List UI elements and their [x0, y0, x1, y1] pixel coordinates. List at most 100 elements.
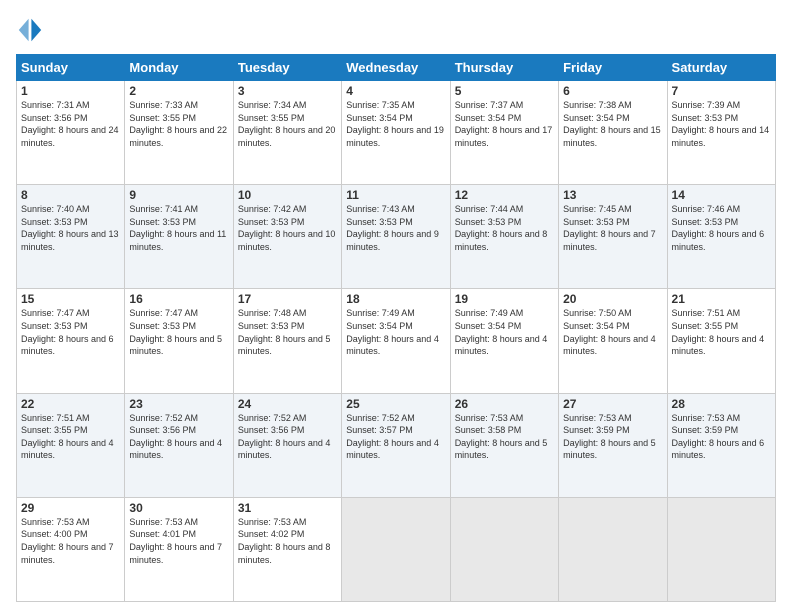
day-info: Sunrise: 7:39 AMSunset: 3:53 PMDaylight:…: [672, 99, 771, 149]
calendar-header-wednesday: Wednesday: [342, 55, 450, 81]
calendar-week-1: 1 Sunrise: 7:31 AMSunset: 3:56 PMDayligh…: [17, 81, 776, 185]
calendar-header-friday: Friday: [559, 55, 667, 81]
day-number: 19: [455, 292, 554, 306]
day-info: Sunrise: 7:40 AMSunset: 3:53 PMDaylight:…: [21, 203, 120, 253]
day-info: Sunrise: 7:45 AMSunset: 3:53 PMDaylight:…: [563, 203, 662, 253]
calendar-cell: [667, 497, 775, 601]
day-info: Sunrise: 7:53 AMSunset: 3:59 PMDaylight:…: [563, 412, 662, 462]
calendar-cell: 9 Sunrise: 7:41 AMSunset: 3:53 PMDayligh…: [125, 185, 233, 289]
day-number: 27: [563, 397, 662, 411]
day-number: 16: [129, 292, 228, 306]
day-info: Sunrise: 7:47 AMSunset: 3:53 PMDaylight:…: [129, 307, 228, 357]
day-number: 2: [129, 84, 228, 98]
day-info: Sunrise: 7:47 AMSunset: 3:53 PMDaylight:…: [21, 307, 120, 357]
day-number: 29: [21, 501, 120, 515]
calendar-cell: [559, 497, 667, 601]
calendar-cell: 2 Sunrise: 7:33 AMSunset: 3:55 PMDayligh…: [125, 81, 233, 185]
day-number: 30: [129, 501, 228, 515]
calendar-header-saturday: Saturday: [667, 55, 775, 81]
day-number: 12: [455, 188, 554, 202]
day-number: 28: [672, 397, 771, 411]
calendar-cell: 4 Sunrise: 7:35 AMSunset: 3:54 PMDayligh…: [342, 81, 450, 185]
day-info: Sunrise: 7:46 AMSunset: 3:53 PMDaylight:…: [672, 203, 771, 253]
day-info: Sunrise: 7:42 AMSunset: 3:53 PMDaylight:…: [238, 203, 337, 253]
calendar-cell: [342, 497, 450, 601]
calendar-cell: 14 Sunrise: 7:46 AMSunset: 3:53 PMDaylig…: [667, 185, 775, 289]
calendar-body: 1 Sunrise: 7:31 AMSunset: 3:56 PMDayligh…: [17, 81, 776, 602]
day-info: Sunrise: 7:48 AMSunset: 3:53 PMDaylight:…: [238, 307, 337, 357]
day-number: 17: [238, 292, 337, 306]
calendar-cell: 30 Sunrise: 7:53 AMSunset: 4:01 PMDaylig…: [125, 497, 233, 601]
page: SundayMondayTuesdayWednesdayThursdayFrid…: [0, 0, 792, 612]
calendar-header-row: SundayMondayTuesdayWednesdayThursdayFrid…: [17, 55, 776, 81]
calendar-cell: 13 Sunrise: 7:45 AMSunset: 3:53 PMDaylig…: [559, 185, 667, 289]
day-info: Sunrise: 7:53 AMSunset: 4:00 PMDaylight:…: [21, 516, 120, 566]
day-number: 11: [346, 188, 445, 202]
calendar-cell: 15 Sunrise: 7:47 AMSunset: 3:53 PMDaylig…: [17, 289, 125, 393]
day-info: Sunrise: 7:51 AMSunset: 3:55 PMDaylight:…: [672, 307, 771, 357]
day-number: 9: [129, 188, 228, 202]
day-info: Sunrise: 7:34 AMSunset: 3:55 PMDaylight:…: [238, 99, 337, 149]
calendar-cell: 1 Sunrise: 7:31 AMSunset: 3:56 PMDayligh…: [17, 81, 125, 185]
day-number: 26: [455, 397, 554, 411]
calendar-week-4: 22 Sunrise: 7:51 AMSunset: 3:55 PMDaylig…: [17, 393, 776, 497]
day-info: Sunrise: 7:52 AMSunset: 3:57 PMDaylight:…: [346, 412, 445, 462]
calendar-cell: 12 Sunrise: 7:44 AMSunset: 3:53 PMDaylig…: [450, 185, 558, 289]
day-info: Sunrise: 7:52 AMSunset: 3:56 PMDaylight:…: [238, 412, 337, 462]
day-info: Sunrise: 7:51 AMSunset: 3:55 PMDaylight:…: [21, 412, 120, 462]
calendar-cell: 25 Sunrise: 7:52 AMSunset: 3:57 PMDaylig…: [342, 393, 450, 497]
calendar-header-tuesday: Tuesday: [233, 55, 341, 81]
day-info: Sunrise: 7:52 AMSunset: 3:56 PMDaylight:…: [129, 412, 228, 462]
day-info: Sunrise: 7:53 AMSunset: 4:01 PMDaylight:…: [129, 516, 228, 566]
calendar: SundayMondayTuesdayWednesdayThursdayFrid…: [16, 54, 776, 602]
day-number: 14: [672, 188, 771, 202]
logo: [16, 16, 48, 44]
day-number: 13: [563, 188, 662, 202]
header: [16, 16, 776, 44]
day-number: 1: [21, 84, 120, 98]
calendar-cell: 17 Sunrise: 7:48 AMSunset: 3:53 PMDaylig…: [233, 289, 341, 393]
day-number: 21: [672, 292, 771, 306]
calendar-cell: 22 Sunrise: 7:51 AMSunset: 3:55 PMDaylig…: [17, 393, 125, 497]
calendar-cell: 6 Sunrise: 7:38 AMSunset: 3:54 PMDayligh…: [559, 81, 667, 185]
calendar-cell: [450, 497, 558, 601]
calendar-cell: 20 Sunrise: 7:50 AMSunset: 3:54 PMDaylig…: [559, 289, 667, 393]
day-info: Sunrise: 7:43 AMSunset: 3:53 PMDaylight:…: [346, 203, 445, 253]
calendar-cell: 10 Sunrise: 7:42 AMSunset: 3:53 PMDaylig…: [233, 185, 341, 289]
day-info: Sunrise: 7:33 AMSunset: 3:55 PMDaylight:…: [129, 99, 228, 149]
calendar-week-3: 15 Sunrise: 7:47 AMSunset: 3:53 PMDaylig…: [17, 289, 776, 393]
calendar-week-2: 8 Sunrise: 7:40 AMSunset: 3:53 PMDayligh…: [17, 185, 776, 289]
day-number: 5: [455, 84, 554, 98]
day-info: Sunrise: 7:50 AMSunset: 3:54 PMDaylight:…: [563, 307, 662, 357]
day-info: Sunrise: 7:35 AMSunset: 3:54 PMDaylight:…: [346, 99, 445, 149]
calendar-cell: 27 Sunrise: 7:53 AMSunset: 3:59 PMDaylig…: [559, 393, 667, 497]
logo-icon: [16, 16, 44, 44]
calendar-cell: 21 Sunrise: 7:51 AMSunset: 3:55 PMDaylig…: [667, 289, 775, 393]
day-info: Sunrise: 7:41 AMSunset: 3:53 PMDaylight:…: [129, 203, 228, 253]
day-number: 18: [346, 292, 445, 306]
calendar-header-monday: Monday: [125, 55, 233, 81]
day-info: Sunrise: 7:31 AMSunset: 3:56 PMDaylight:…: [21, 99, 120, 149]
calendar-cell: 19 Sunrise: 7:49 AMSunset: 3:54 PMDaylig…: [450, 289, 558, 393]
day-info: Sunrise: 7:53 AMSunset: 3:59 PMDaylight:…: [672, 412, 771, 462]
day-number: 10: [238, 188, 337, 202]
day-number: 31: [238, 501, 337, 515]
calendar-week-5: 29 Sunrise: 7:53 AMSunset: 4:00 PMDaylig…: [17, 497, 776, 601]
day-number: 20: [563, 292, 662, 306]
calendar-cell: 26 Sunrise: 7:53 AMSunset: 3:58 PMDaylig…: [450, 393, 558, 497]
day-number: 25: [346, 397, 445, 411]
day-number: 24: [238, 397, 337, 411]
calendar-cell: 7 Sunrise: 7:39 AMSunset: 3:53 PMDayligh…: [667, 81, 775, 185]
day-info: Sunrise: 7:37 AMSunset: 3:54 PMDaylight:…: [455, 99, 554, 149]
calendar-cell: 8 Sunrise: 7:40 AMSunset: 3:53 PMDayligh…: [17, 185, 125, 289]
calendar-cell: 31 Sunrise: 7:53 AMSunset: 4:02 PMDaylig…: [233, 497, 341, 601]
calendar-cell: 3 Sunrise: 7:34 AMSunset: 3:55 PMDayligh…: [233, 81, 341, 185]
day-info: Sunrise: 7:49 AMSunset: 3:54 PMDaylight:…: [455, 307, 554, 357]
calendar-cell: 28 Sunrise: 7:53 AMSunset: 3:59 PMDaylig…: [667, 393, 775, 497]
calendar-cell: 24 Sunrise: 7:52 AMSunset: 3:56 PMDaylig…: [233, 393, 341, 497]
day-info: Sunrise: 7:49 AMSunset: 3:54 PMDaylight:…: [346, 307, 445, 357]
calendar-cell: 16 Sunrise: 7:47 AMSunset: 3:53 PMDaylig…: [125, 289, 233, 393]
day-number: 6: [563, 84, 662, 98]
calendar-header-thursday: Thursday: [450, 55, 558, 81]
day-number: 23: [129, 397, 228, 411]
